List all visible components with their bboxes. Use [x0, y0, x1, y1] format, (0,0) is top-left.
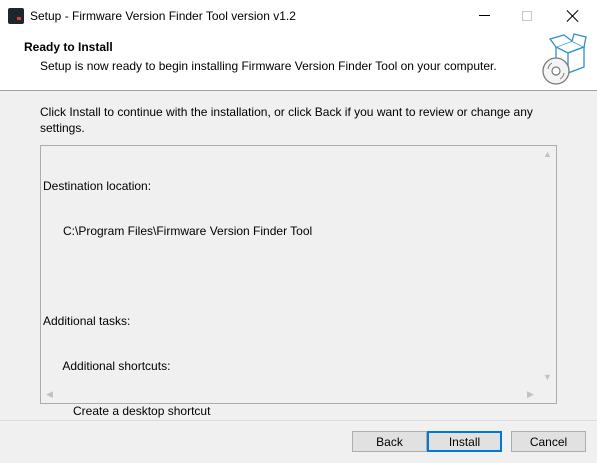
memo-line: Additional shortcuts:	[43, 359, 171, 373]
cancel-button[interactable]: Cancel	[511, 431, 586, 452]
scroll-right-icon[interactable]: ▶	[522, 386, 539, 403]
close-button[interactable]	[550, 0, 596, 31]
back-button[interactable]: Back	[352, 431, 427, 452]
instructions-text: Click Install to continue with the insta…	[40, 105, 533, 135]
footer-divider	[0, 420, 597, 421]
page-title: Ready to Install	[24, 40, 113, 54]
maximize-button[interactable]	[504, 0, 550, 31]
window-title: Setup - Firmware Version Finder Tool ver…	[30, 9, 296, 23]
minimize-icon	[478, 15, 490, 16]
close-icon	[567, 10, 579, 22]
maximize-icon	[522, 10, 532, 21]
horizontal-scrollbar[interactable]: ◀ ▶	[41, 386, 539, 403]
minimize-button[interactable]	[461, 0, 507, 31]
install-box-disc-icon	[542, 33, 587, 85]
memo-line: Create a desktop shortcut	[43, 404, 211, 418]
vertical-scrollbar[interactable]: ▲ ▼	[539, 146, 556, 386]
scroll-up-icon[interactable]: ▲	[539, 146, 556, 163]
memo-line: Additional tasks:	[43, 314, 131, 328]
memo-line: Destination location:	[43, 179, 152, 193]
setup-window: Setup - Firmware Version Finder Tool ver…	[0, 0, 597, 463]
scroll-left-icon[interactable]: ◀	[41, 386, 58, 403]
wizard-header: Ready to Install Setup is now ready to b…	[0, 31, 597, 91]
title-bar[interactable]: Setup - Firmware Version Finder Tool ver…	[0, 0, 597, 31]
app-icon	[8, 8, 24, 24]
scroll-down-icon[interactable]: ▼	[539, 369, 556, 386]
memo-line	[43, 269, 538, 284]
scroll-corner	[539, 386, 556, 403]
install-button[interactable]: Install	[427, 431, 502, 452]
memo-content: Destination location: C:\Program Files\F…	[43, 149, 538, 418]
ready-memo[interactable]: Destination location: C:\Program Files\F…	[40, 145, 557, 418]
memo-line: C:\Program Files\Firmware Version Finder…	[43, 224, 313, 238]
page-subtitle: Setup is now ready to begin installing F…	[40, 59, 497, 73]
